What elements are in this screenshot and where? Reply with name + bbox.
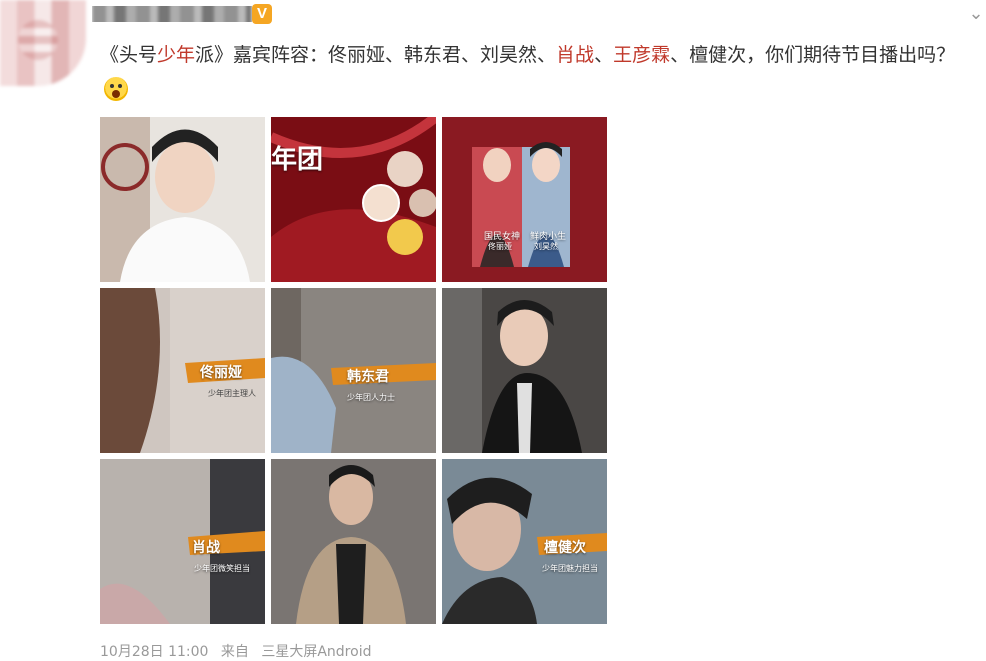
image-thumbnail[interactable]: 肖战 少年团微笑担当 [100, 459, 265, 624]
post-text-part: 派》嘉宾阵容：佟丽娅、韩东君、刘昊然、 [195, 44, 557, 66]
lineup-name: 佟丽娅 [488, 242, 512, 251]
post-text: 《头号少年派》嘉宾阵容：佟丽娅、韩东君、刘昊然、肖战、王彦霖、檀健次，你们期待节… [100, 38, 970, 108]
image-thumbnail[interactable]: 韩东君 少年团人力士 [271, 288, 436, 453]
image-grid: 年团 国民女神 佟丽娅 鲜肉小生 刘昊然 佟丽娅 少年团主理人 韩东君 少年团人… [100, 117, 608, 625]
image-thumbnail[interactable] [442, 288, 607, 453]
highlight-link[interactable]: 王彦霖 [613, 44, 670, 66]
scream-emoji-icon [104, 77, 128, 101]
character-name: 肖战 [192, 540, 220, 556]
portrait-image [100, 117, 265, 282]
image-thumbnail[interactable]: 国民女神 佟丽娅 鲜肉小生 刘昊然 [442, 117, 607, 282]
character-name: 佟丽娅 [200, 365, 242, 381]
highlight-link[interactable]: 肖战 [556, 44, 594, 66]
post-source[interactable]: 三星大屏Android [261, 644, 371, 660]
character-desc: 少年团微笑担当 [194, 564, 250, 573]
character-name: 韩东君 [347, 369, 389, 385]
verified-badge-icon: V [252, 4, 272, 24]
leather-jacket-image [442, 288, 607, 453]
post-meta: 10月28日 11:00 来自 三星大屏Android [100, 641, 379, 661]
lineup-name: 刘昊然 [534, 242, 558, 251]
poster-title: 年团 [271, 145, 324, 175]
chevron-down-icon[interactable]: ⌄ [966, 4, 986, 24]
image-thumbnail[interactable]: 年团 [271, 117, 436, 282]
red-lineup-image [442, 117, 607, 282]
character-desc: 少年团魅力担当 [542, 564, 598, 573]
highlight-link[interactable]: 少年 [157, 44, 195, 66]
image-thumbnail[interactable] [100, 117, 265, 282]
character-name: 檀健次 [544, 540, 586, 556]
source-prefix: 来自 [220, 644, 249, 660]
post-date[interactable]: 10月28日 11:00 [100, 644, 208, 660]
character-desc: 少年团主理人 [208, 389, 256, 398]
image-thumbnail[interactable] [271, 459, 436, 624]
user-avatar[interactable] [0, 0, 86, 86]
image-thumbnail[interactable]: 佟丽娅 少年团主理人 [100, 288, 265, 453]
grey-suit-image [271, 459, 436, 624]
username-blurred[interactable] [92, 6, 252, 22]
image-thumbnail[interactable]: 檀健次 少年团魅力担当 [442, 459, 607, 624]
post-text-part: 、 [594, 44, 614, 66]
character-card-image [100, 459, 265, 624]
post-text-part: 、檀健次，你们期待节目播出吗？ [670, 44, 956, 66]
character-desc: 少年团人力士 [347, 393, 395, 402]
post-text-part: 《头号 [100, 44, 158, 66]
